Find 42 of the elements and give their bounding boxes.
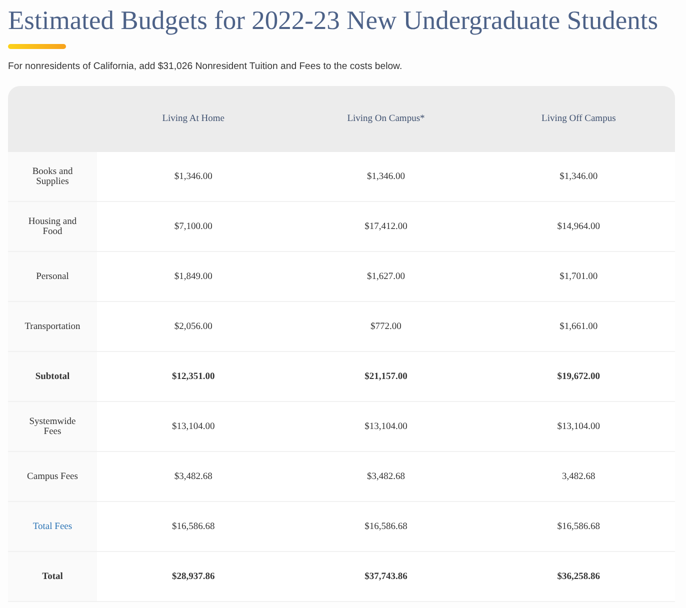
column-header: Living Off Campus [542, 114, 616, 124]
table-cell: $16,586.68 [172, 522, 215, 532]
table-cell: $3,482.68 [174, 472, 212, 482]
page-title: Estimated Budgets for 2022-23 New Undergraduate Students [8, 4, 658, 37]
nonresident-note: For nonresidents of California, add $31,026 Nonresident Tuition and Fees to the costs below. [8, 61, 404, 72]
column-header: Living At Home [162, 114, 224, 124]
table-cell: $28,937.86 [172, 572, 215, 582]
table-cell: $37,743.86 [364, 572, 408, 582]
table-cell: $13,104.00 [172, 422, 215, 432]
table-cell: $3,482.68 [366, 472, 405, 482]
table-cell: $1,346.00 [366, 172, 405, 182]
table-cell: $21,157.00 [364, 372, 408, 382]
table-cell: $1,627.00 [366, 272, 405, 282]
table-cell: $772.00 [370, 322, 402, 332]
table-cell: $12,351.00 [172, 372, 215, 382]
row-link[interactable]: Total Fees [32, 522, 72, 532]
table-cell: 3,482.68 [562, 472, 596, 482]
table-cell: $14,964.00 [557, 222, 600, 232]
table-cell: $13,104.00 [557, 422, 600, 432]
table-cell: $1,849.00 [174, 272, 212, 282]
table-cell: $19,672.00 [557, 372, 600, 382]
table-cell: $13,104.00 [364, 422, 408, 432]
table-cell: $16,586.68 [364, 522, 408, 532]
table-cell: $1,346.00 [560, 172, 598, 182]
table-cell: $2,056.00 [174, 322, 212, 332]
table-cell: $7,100.00 [174, 222, 212, 232]
table-cell: $1,701.00 [560, 272, 598, 282]
row-label: Personal [36, 272, 69, 282]
row-label: Total [42, 572, 63, 582]
row-label: Housing and Food [27, 216, 78, 236]
table-cell: $1,661.00 [560, 322, 598, 332]
accent-bar [8, 44, 66, 49]
row-label: Campus Fees [27, 472, 78, 482]
row-label: Books and Supplies [31, 166, 74, 186]
table-cell: $16,586.68 [557, 522, 600, 532]
row-label: Subtotal [35, 372, 70, 382]
column-header: Living On Campus* [347, 114, 425, 124]
table-cell: $36,258.86 [557, 572, 600, 582]
row-label: Transportation [24, 322, 80, 332]
table-cell: $17,412.00 [364, 222, 408, 232]
table-cell: $1,346.00 [174, 172, 212, 182]
row-label: Systemwide Fees [28, 416, 77, 436]
